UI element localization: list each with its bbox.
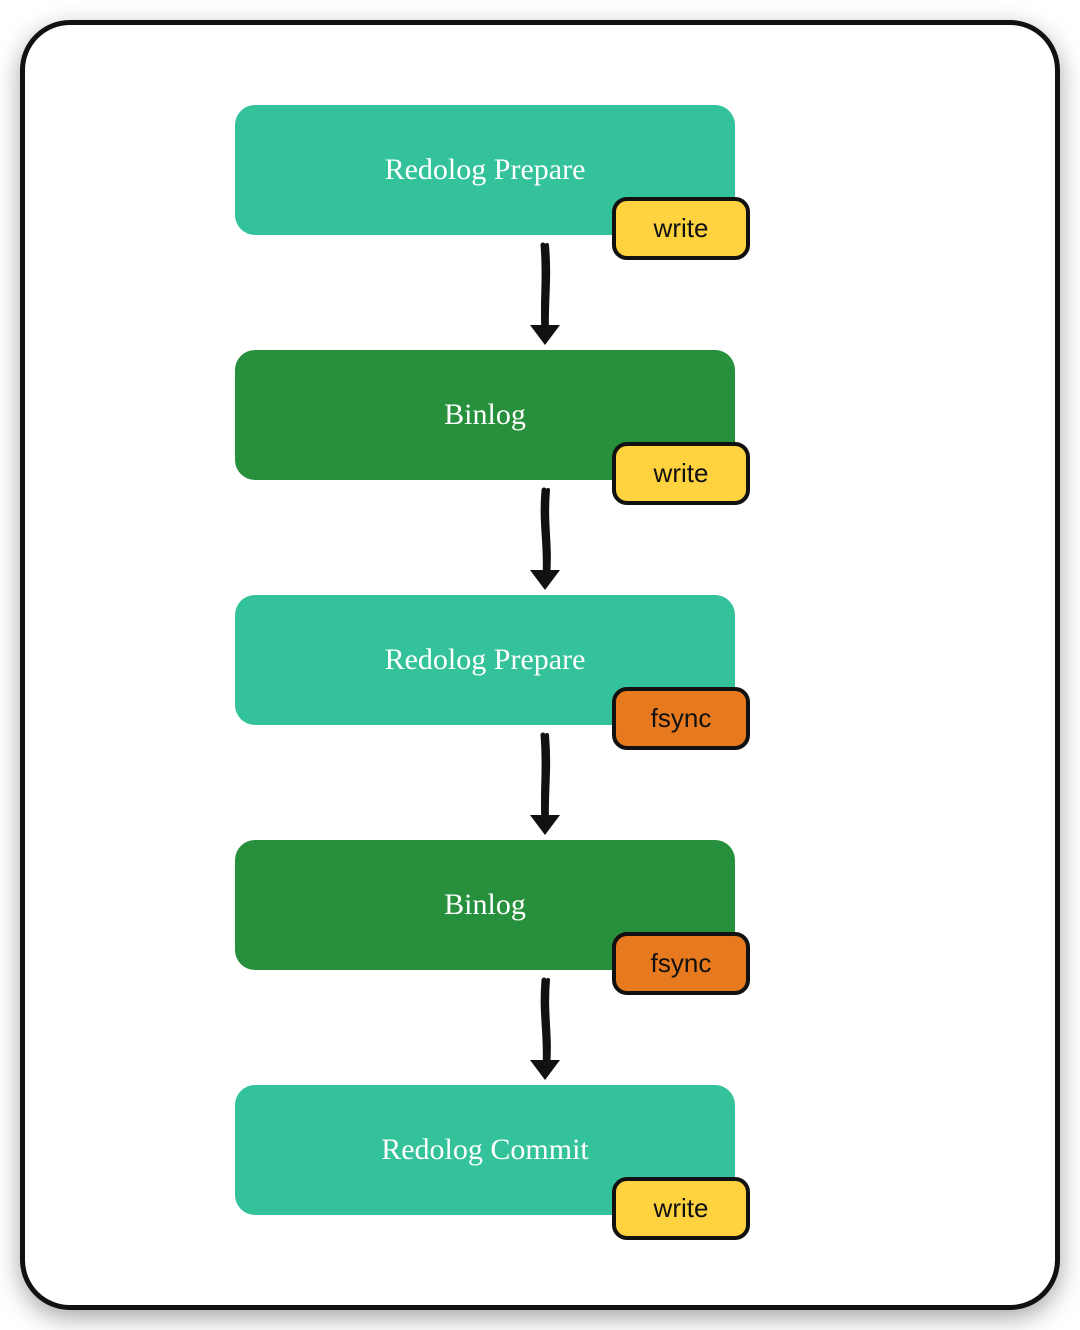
tag-fsync-1: fsync: [612, 687, 750, 750]
node-redolog-commit: Redolog Commit write: [235, 1085, 735, 1215]
node-label: Binlog: [444, 398, 526, 432]
arrow-down-icon: [510, 975, 580, 1085]
node-redolog-prepare-1: Redolog Prepare write: [235, 105, 735, 235]
tag-label: write: [654, 1193, 709, 1224]
tag-label: fsync: [651, 948, 712, 979]
tag-write-2: write: [612, 442, 750, 505]
diagram-frame: Redolog Prepare write Binlog write Redol…: [20, 20, 1060, 1310]
tag-label: write: [654, 458, 709, 489]
node-label: Redolog Prepare: [385, 643, 586, 677]
arrow-down-icon: [510, 240, 580, 350]
node-redolog-prepare-2: Redolog Prepare fsync: [235, 595, 735, 725]
tag-write-3: write: [612, 1177, 750, 1240]
node-label: Redolog Prepare: [385, 153, 586, 187]
node-label: Binlog: [444, 888, 526, 922]
tag-label: fsync: [651, 703, 712, 734]
tag-fsync-2: fsync: [612, 932, 750, 995]
node-binlog-1: Binlog write: [235, 350, 735, 480]
node-binlog-2: Binlog fsync: [235, 840, 735, 970]
arrow-down-icon: [510, 730, 580, 840]
node-label: Redolog Commit: [381, 1133, 589, 1167]
arrow-down-icon: [510, 485, 580, 595]
tag-write-1: write: [612, 197, 750, 260]
tag-label: write: [654, 213, 709, 244]
